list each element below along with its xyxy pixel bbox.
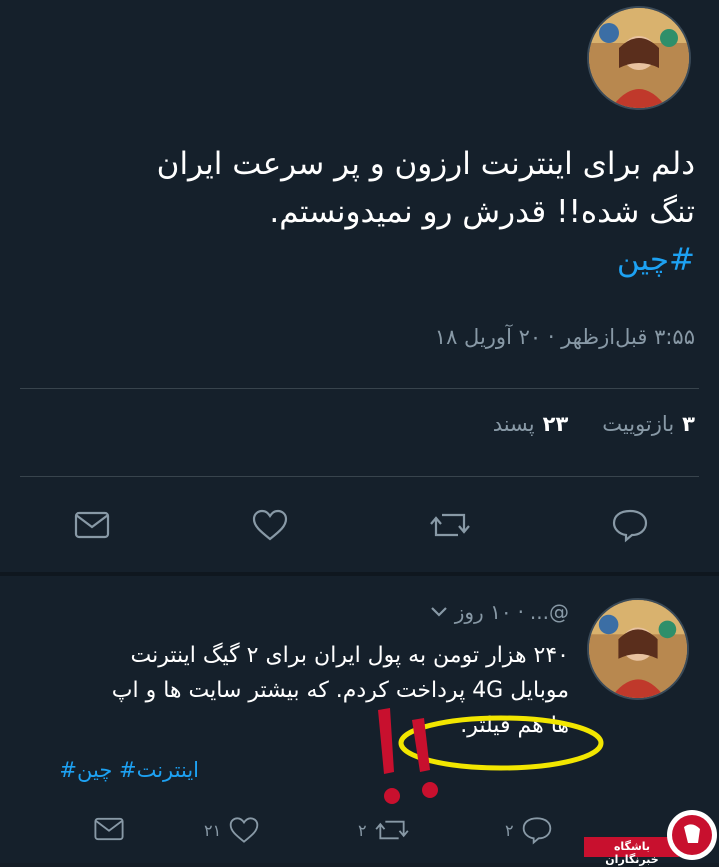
mail-icon[interactable] [70, 503, 114, 547]
reply-retweet-action[interactable]: ۲ [358, 815, 411, 845]
tweet-line: تنگ شده!! قدرش رو نمیدونستم. [269, 194, 695, 230]
tweet-line: دلم برای اینترنت ارزون و پر سرعت ایران [156, 146, 695, 182]
reply-time[interactable]: ۱۰ روز [455, 600, 512, 624]
reply-count: ۲ [505, 820, 514, 840]
author-avatar[interactable] [587, 6, 691, 110]
tweet-hashtag[interactable]: #چین [15, 236, 695, 284]
exclamation-marks [378, 708, 438, 804]
like-stat[interactable]: ۲۳ پسند [493, 412, 569, 436]
divider [20, 388, 699, 389]
divider [20, 476, 699, 477]
reply-line: موبایل 4G پرداخت کردم. که بیشتر سایت ها … [111, 678, 569, 703]
mail-icon [94, 817, 124, 841]
section-separator [0, 572, 719, 576]
reply-retweet-count: ۲ [358, 820, 367, 840]
like-icon [229, 817, 259, 843]
retweet-stat[interactable]: ۳ بازتوییت [602, 412, 695, 436]
retweet-count: ۳ [682, 412, 695, 436]
like-label: پسند [492, 412, 535, 436]
watermark-text: باشگاه خبرنگاران [605, 840, 659, 866]
reply-line: ۲۴۰ هزار تومن به پول ایران برای ۲ گیگ ای… [130, 643, 569, 668]
reply-avatar[interactable] [587, 598, 689, 700]
tweet-stats: ۳ بازتوییت ۲۳ پسند [493, 412, 695, 436]
chevron-down-icon[interactable] [429, 600, 449, 624]
watermark-badge: باشگاه خبرنگاران [584, 803, 719, 866]
reply-icon[interactable] [608, 503, 652, 547]
like-count: ۲۳ [542, 412, 569, 436]
reply-like-action[interactable]: ۲۱ [204, 815, 261, 845]
dot-separator: · [517, 600, 524, 624]
like-icon[interactable] [248, 503, 292, 547]
reply-handle[interactable]: @... [530, 600, 569, 624]
reply-icon [522, 817, 551, 845]
retweet-label: بازتوییت [602, 412, 675, 436]
reply-header: @... · ۱۰ روز [429, 600, 569, 624]
retweet-icon[interactable] [428, 503, 472, 547]
reply-reply-action[interactable]: ۲ [505, 815, 554, 845]
tweet-timestamp[interactable]: ۳:۵۵ قبل‌ازظهر · ۲۰ آوریل ۱۸ [435, 325, 695, 349]
tweet-body: دلم برای اینترنت ارزون و پر سرعت ایران ت… [15, 140, 695, 284]
retweet-icon [375, 820, 409, 840]
reply-mail-action[interactable] [92, 815, 126, 843]
tweet-page: دلم برای اینترنت ارزون و پر سرعت ایران ت… [0, 0, 719, 866]
reply-like-count: ۲۱ [204, 820, 222, 840]
reply-hashtags[interactable]: اینترنت# چین# [59, 758, 199, 782]
